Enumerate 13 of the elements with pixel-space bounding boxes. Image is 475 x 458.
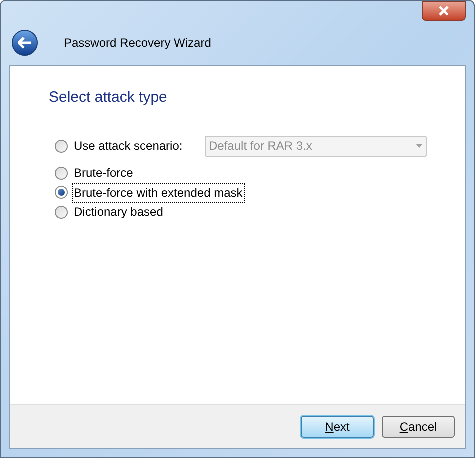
window-title: Password Recovery Wizard [64, 35, 212, 52]
next-button[interactable]: Next [301, 416, 374, 438]
cancel-button[interactable]: Cancel [382, 416, 455, 438]
back-button[interactable] [12, 30, 38, 56]
close-button[interactable] [422, 1, 466, 21]
dropdown-arrow-icon [416, 144, 423, 148]
page-heading: Select attack type [49, 88, 168, 108]
radio-option[interactable]: Dictionary based [55, 203, 164, 222]
radio-option[interactable]: Brute-force with extended mask [55, 184, 244, 202]
radio-option[interactable]: Use attack scenario: [55, 137, 205, 155]
back-arrow-icon [18, 37, 32, 49]
close-icon [438, 6, 450, 16]
radio-option[interactable]: Brute-force [55, 164, 134, 182]
